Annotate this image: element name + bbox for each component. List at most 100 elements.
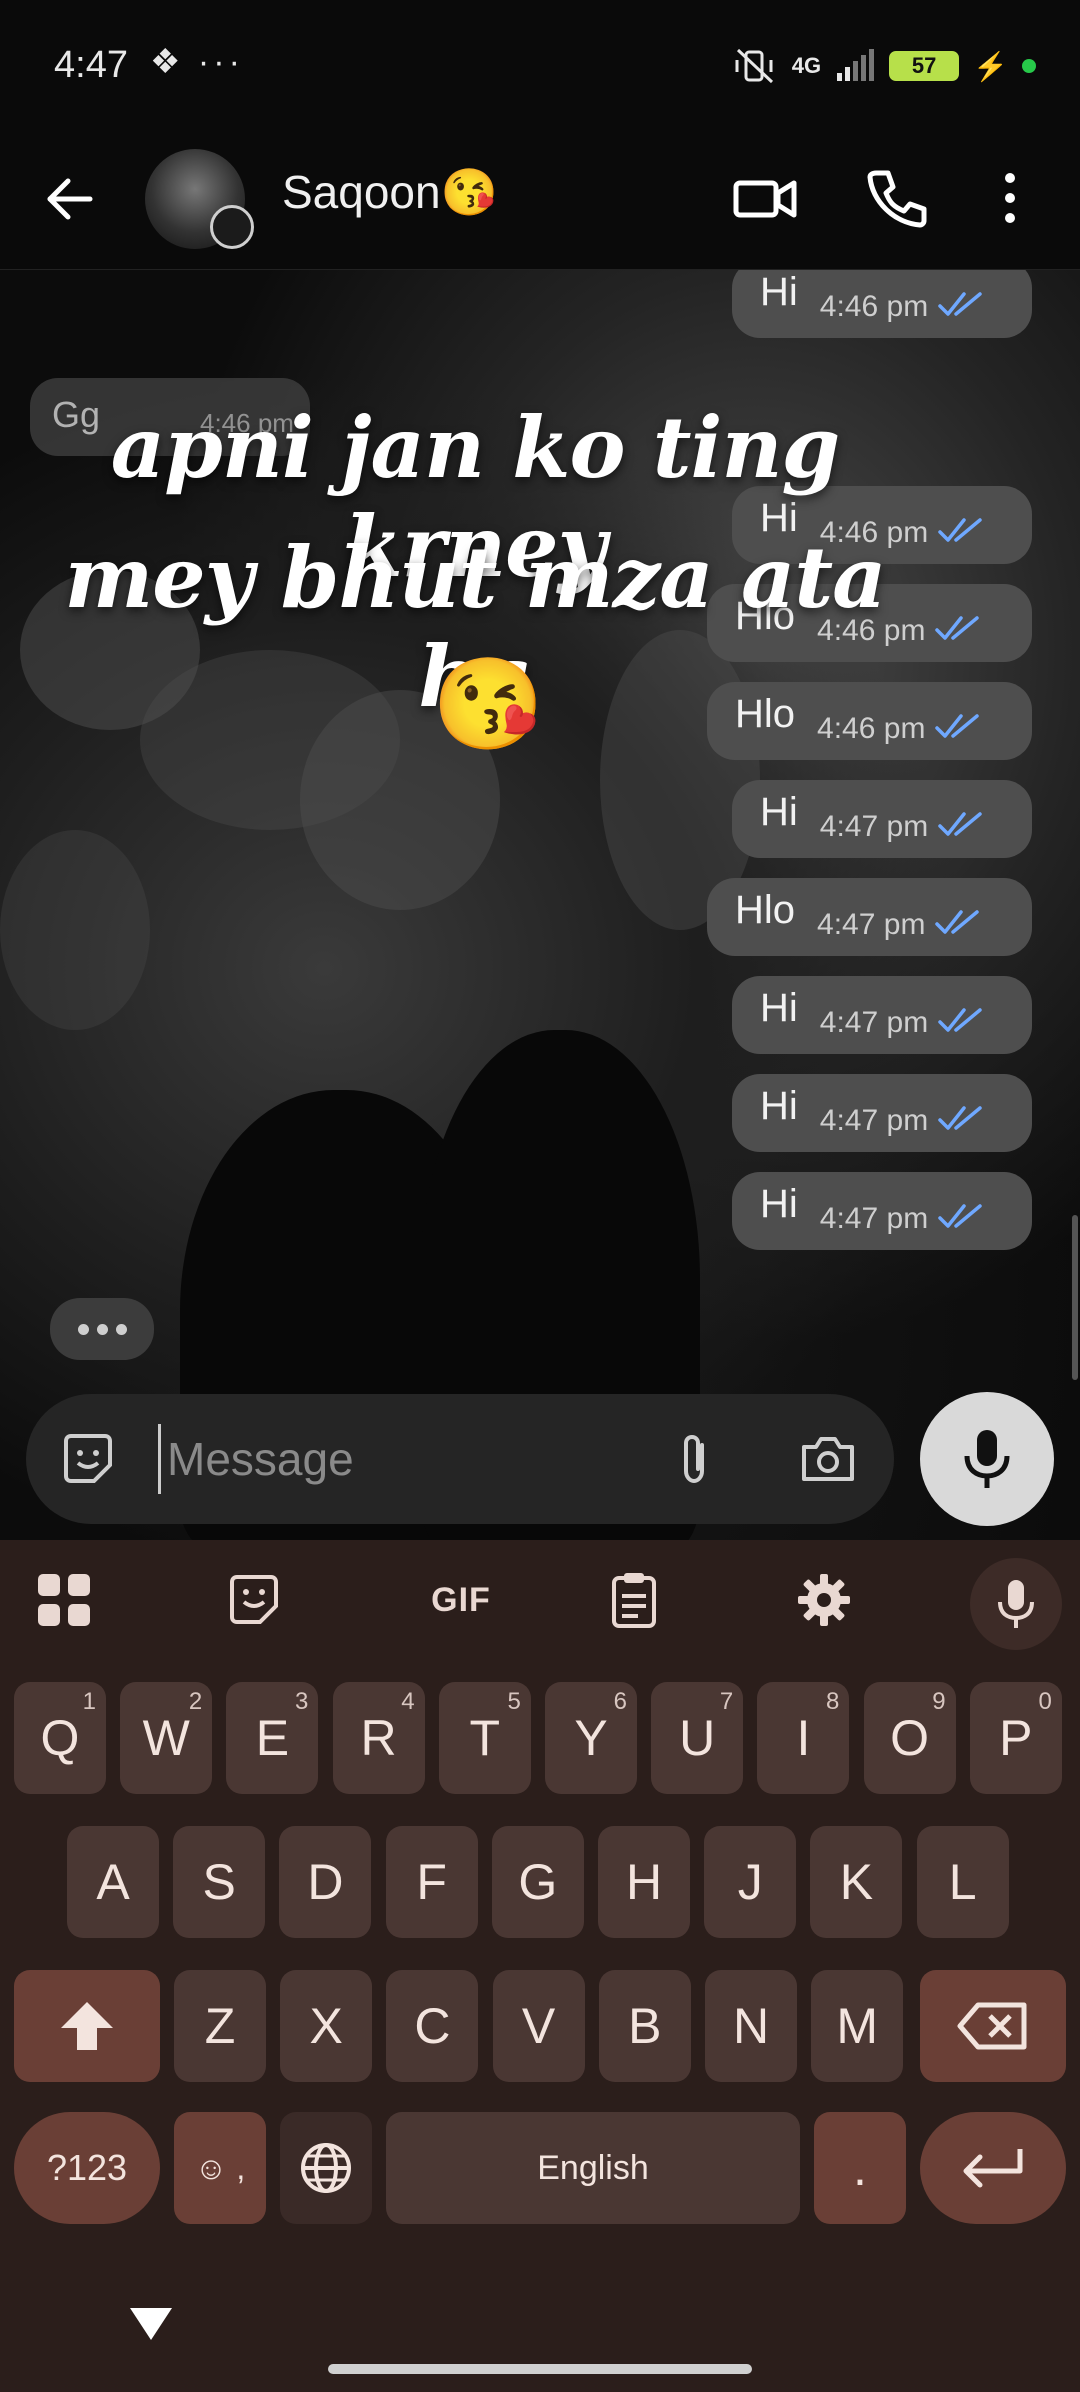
message-composer [26, 1394, 894, 1524]
enter-key[interactable] [920, 2112, 1066, 2224]
key-label: E [255, 1710, 290, 1766]
hide-keyboard-icon[interactable] [128, 2304, 174, 2344]
key-t[interactable]: T5 [438, 1682, 531, 1794]
key-label: T [469, 1710, 501, 1766]
outgoing-message[interactable]: Hi 4:46 pm [732, 270, 1032, 338]
key-h[interactable]: H [598, 1826, 690, 1938]
key-o[interactable]: O9 [863, 1682, 956, 1794]
status-right: 4G 57 ⚡ [732, 46, 1036, 86]
symbols-key[interactable]: ?123 [14, 2112, 160, 2224]
key-v[interactable]: V [492, 1970, 585, 2082]
key-l[interactable]: L [916, 1826, 1009, 1938]
key-e[interactable]: E3 [226, 1682, 319, 1794]
key-label: R [360, 1710, 397, 1766]
shift-icon [61, 2002, 113, 2050]
keyboard-voice-input-icon[interactable] [970, 1558, 1062, 1650]
language-globe-key[interactable] [280, 2112, 372, 2224]
home-gesture-bar[interactable] [328, 2364, 752, 2374]
privacy-indicator-dot [1022, 59, 1036, 73]
key-d[interactable]: D [279, 1826, 372, 1938]
key-u[interactable]: U7 [651, 1682, 744, 1794]
globe-icon [301, 2143, 351, 2193]
voice-record-button[interactable] [920, 1392, 1054, 1526]
scrollbar[interactable] [1072, 1215, 1078, 1380]
shift-key[interactable] [14, 1970, 160, 2082]
message-input[interactable] [158, 1424, 658, 1494]
read-receipt-icon [938, 1008, 982, 1032]
key-n[interactable]: N [705, 1970, 797, 2082]
vibrate-off-icon [735, 48, 773, 84]
key-hint: 5 [507, 1688, 521, 1715]
signal-icon [837, 49, 875, 81]
outgoing-message[interactable]: Hi 4:47 pm [732, 780, 1032, 858]
message-text: Hi [760, 986, 798, 1030]
key-z[interactable]: Z [174, 1970, 266, 2082]
camera-icon[interactable] [796, 1427, 860, 1491]
emoji-comma-key[interactable]: ☺ , [174, 2112, 266, 2224]
attach-icon[interactable] [662, 1427, 726, 1491]
chat-area[interactable]: Gg 4:46 pm Hi 4:46 pm Hi 4:46 pm Hlo 4:46 pm H… [0, 270, 1080, 1540]
key-j[interactable]: J [704, 1826, 797, 1938]
read-receipt-icon [938, 1204, 982, 1228]
backspace-key[interactable] [920, 1970, 1066, 2082]
key-p[interactable]: P0 [969, 1682, 1062, 1794]
outgoing-message[interactable]: Hi 4:47 pm [732, 976, 1032, 1054]
read-receipt-icon [935, 910, 980, 934]
battery-icon: 57 [889, 51, 960, 81]
key-r[interactable]: R4 [332, 1682, 425, 1794]
key-label: I [796, 1710, 811, 1766]
key-hint: 3 [295, 1688, 309, 1715]
apps-grid-icon[interactable] [26, 1562, 102, 1638]
key-b[interactable]: B [598, 1970, 691, 2082]
period-key[interactable]: . [814, 2112, 906, 2224]
key-hint: 0 [1038, 1688, 1052, 1715]
outgoing-message[interactable]: Hlo 4:47 pm [707, 878, 1032, 956]
back-arrow-icon[interactable] [40, 169, 100, 229]
key-hint: 8 [826, 1688, 840, 1715]
key-q[interactable]: Q1 [14, 1682, 106, 1794]
key-label: P [999, 1710, 1033, 1766]
key-a[interactable]: A [67, 1826, 159, 1938]
message-time: 4:47 pm [819, 1202, 929, 1235]
key-i[interactable]: I8 [757, 1682, 850, 1794]
clipboard-icon[interactable] [596, 1562, 672, 1638]
sticker-icon[interactable] [56, 1427, 120, 1491]
gif-button[interactable]: GIF [406, 1562, 516, 1638]
message-time: 4:46 pm [819, 290, 929, 323]
settings-gear-icon[interactable] [786, 1562, 862, 1638]
chat-header: Saqoon😘 [0, 135, 1080, 270]
key-w[interactable]: W2 [120, 1682, 213, 1794]
spacebar[interactable]: English [386, 2112, 800, 2224]
key-hint: 2 [188, 1688, 203, 1715]
backspace-icon [957, 2002, 1027, 2050]
key-c[interactable]: C [386, 1970, 479, 2082]
enter-arrow-icon [963, 2149, 1023, 2188]
status-ring-icon [210, 205, 254, 249]
key-hint: 1 [82, 1688, 96, 1715]
key-s[interactable]: S [173, 1826, 266, 1938]
read-receipt-icon [938, 292, 982, 316]
key-label: O [890, 1710, 930, 1766]
more-options-icon[interactable] [985, 163, 1035, 233]
key-x[interactable]: X [280, 1970, 373, 2082]
video-call-icon[interactable] [730, 163, 800, 233]
key-f[interactable]: F [385, 1826, 478, 1938]
outgoing-message[interactable]: Hi 4:47 pm [732, 1074, 1032, 1152]
keyboard: GIF Q1W2E3R4T5Y6U7I8O9P0 ASDFGHJKL ZXCVB… [0, 1540, 1080, 2392]
key-label: Y [574, 1710, 608, 1766]
key-m[interactable]: M [811, 1970, 904, 2082]
read-receipt-icon [938, 812, 982, 836]
key-k[interactable]: K [810, 1826, 903, 1938]
message-text: Hi [760, 1182, 798, 1226]
key-hint: 7 [719, 1688, 734, 1715]
key-g[interactable]: G [491, 1826, 584, 1938]
typing-indicator [50, 1298, 154, 1360]
outgoing-message[interactable]: Hi 4:47 pm [732, 1172, 1032, 1250]
voice-call-icon[interactable] [862, 163, 932, 233]
contact-name[interactable]: Saqoon😘 [282, 165, 498, 220]
keyboard-sticker-icon[interactable] [216, 1562, 292, 1638]
message-text: Hlo [735, 888, 796, 932]
message-text: Hi [760, 1084, 798, 1128]
key-y[interactable]: Y6 [545, 1682, 637, 1794]
charging-icon: ⚡ [973, 50, 1008, 82]
